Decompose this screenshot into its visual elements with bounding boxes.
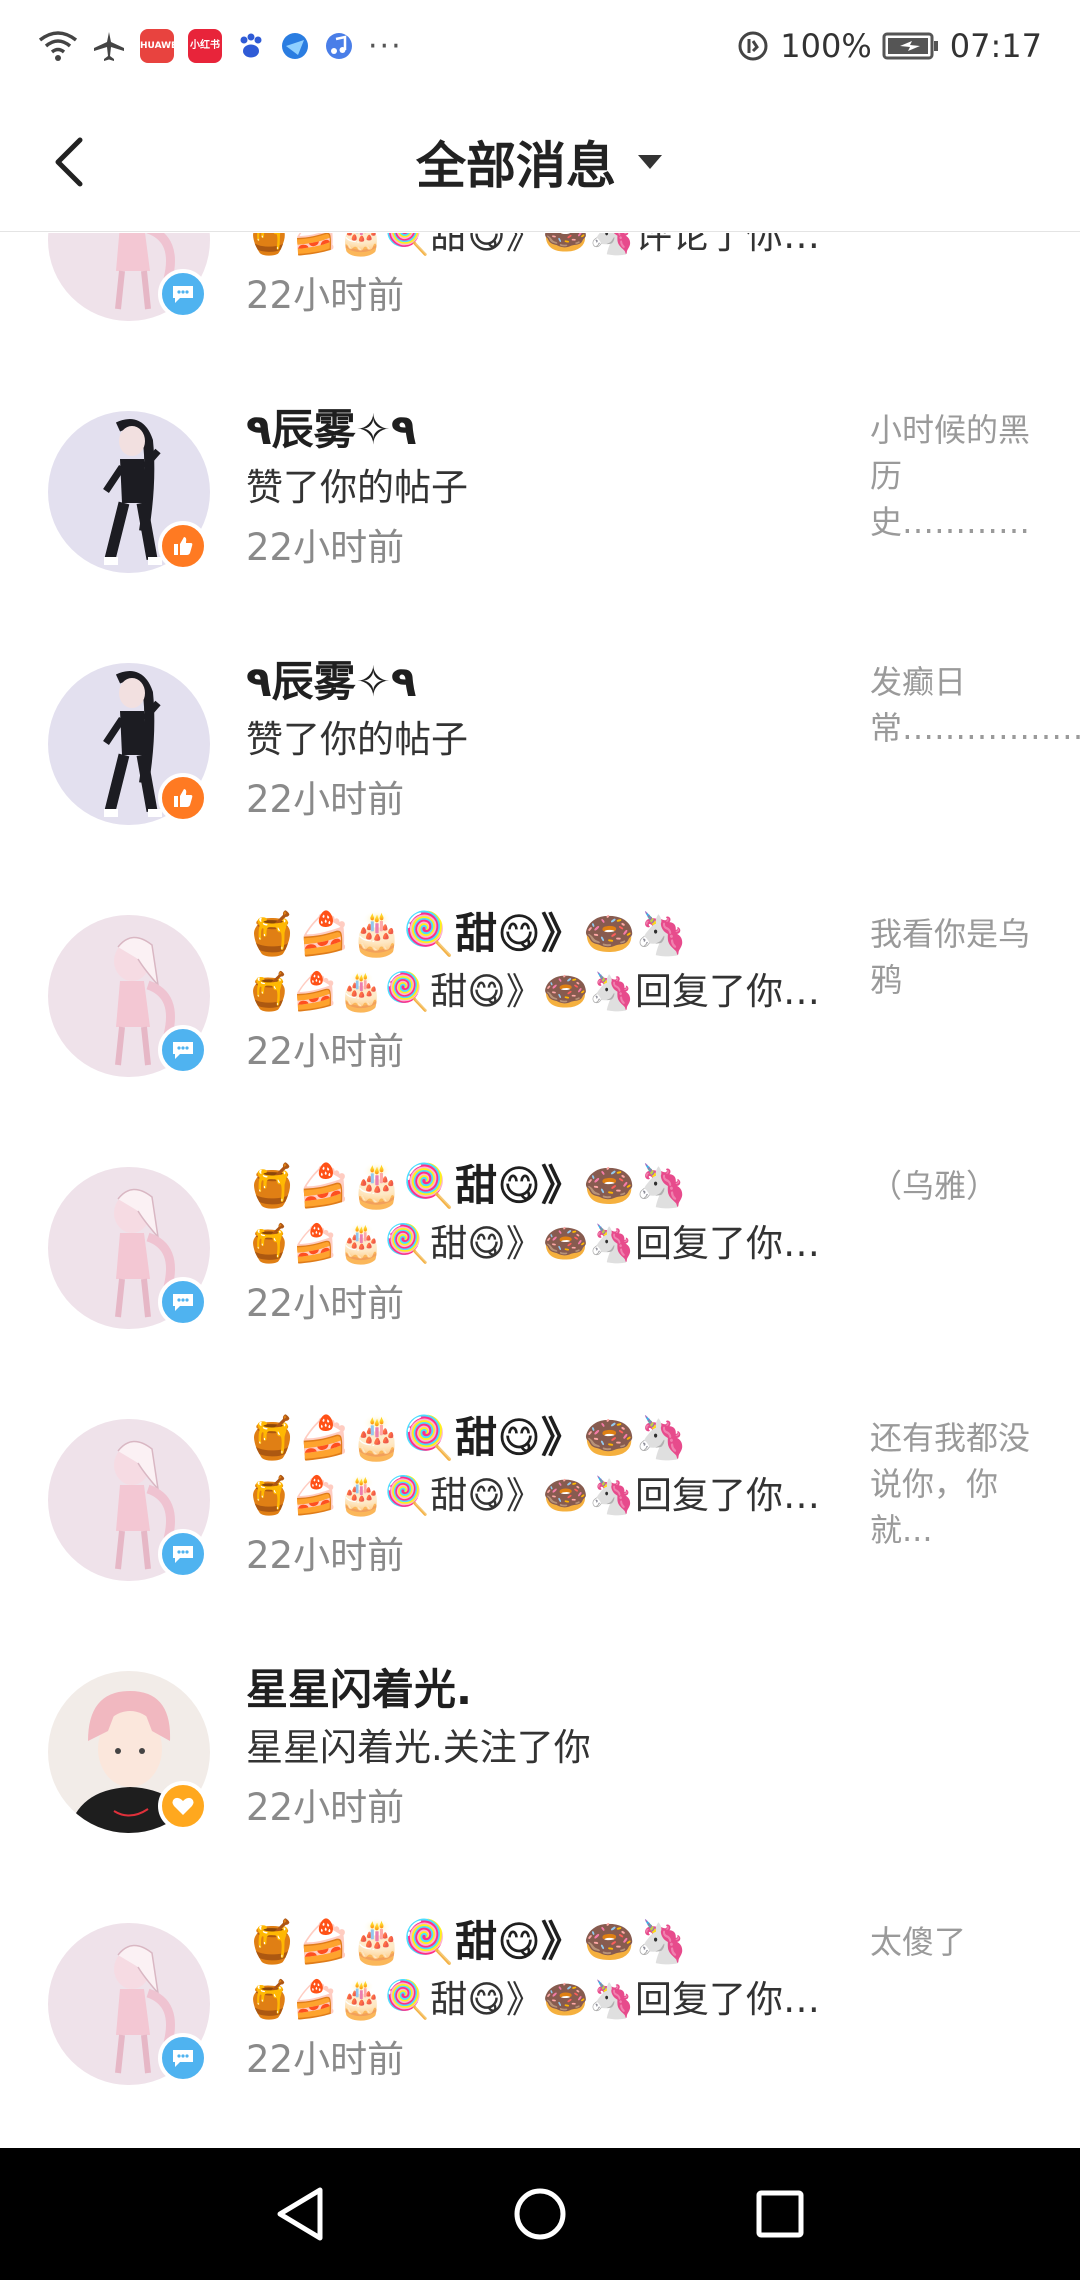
item-time: 22小时前 — [246, 1786, 405, 1829]
item-text: 🍯🍰🎂🍭甜😋》🍩🦄 🍯🍰🎂🍭甜😋》🍩🦄回复了你的评论 22小时前 — [246, 1913, 846, 2089]
airplane-icon — [92, 30, 126, 62]
comment-icon — [173, 2050, 193, 2067]
battery-icon — [882, 31, 940, 61]
caret-down-icon — [638, 154, 662, 169]
clock: 07:17 — [949, 27, 1042, 65]
item-text: 🍯🍰🎂🍭甜😋》🍩🦄 🍯🍰🎂🍭甜😋》🍩🦄回复了你的评论 22小时前 — [246, 905, 846, 1081]
more-notifications-icon: ··· — [368, 28, 403, 64]
item-preview[interactable]: （乌雅） — [870, 1163, 1030, 1209]
message-filter-dropdown[interactable]: 全部消息 — [416, 126, 664, 198]
list-item[interactable]: 🍯🍰🎂🍭甜😋》🍩🦄 🍯🍰🎂🍭甜😋》🍩🦄回复了你的评论 22小时前 还有我都没说你… — [0, 1409, 1080, 1661]
heart-icon — [172, 1797, 194, 1815]
item-preview[interactable]: 小时候的黑历史………… — [870, 407, 1030, 545]
xiaohongshu-app-icon: 小红书 — [188, 29, 222, 63]
paw-app-icon — [236, 31, 266, 61]
status-icons-right: 100% 07:17 — [736, 27, 1042, 65]
comment-icon — [173, 286, 193, 303]
comment-icon — [173, 1546, 193, 1563]
item-time: 22小时前 — [246, 778, 405, 821]
comment-icon — [173, 1294, 193, 1311]
item-action: 🍯🍰🎂🍭甜😋》🍩🦄评论了你的帖子 — [246, 233, 846, 257]
list-item[interactable]: 🍯🍰🎂🍭甜😋》🍩🦄 🍯🍰🎂🍭甜😋》🍩🦄回复了你的评论 22小时前 我看你是乌鸦 — [0, 905, 1080, 1157]
item-action: 赞了你的帖子 — [246, 466, 468, 509]
item-username: 🍯🍰🎂🍭甜😋》🍩🦄 — [246, 1161, 688, 1210]
item-username: 星星闪着光. — [246, 1665, 472, 1714]
comment-icon — [173, 1042, 193, 1059]
notification-list[interactable]: 🍯🍰🎂🍭甜😋》🍩🦄评论了你的帖子 22小时前 ٩辰雾✧٩ 赞了你的帖子 22小时… — [0, 233, 1080, 2148]
music-app-icon — [324, 31, 354, 61]
list-item[interactable]: 星星闪着光. 星星闪着光.关注了你 22小时前 — [0, 1661, 1080, 1913]
nav-recents-button[interactable] — [735, 2169, 825, 2259]
item-time: 22小时前 — [246, 1030, 405, 1073]
like-badge — [158, 521, 208, 571]
like-badge — [158, 773, 208, 823]
item-action: 赞了你的帖子 — [246, 718, 468, 761]
item-username: 🍯🍰🎂🍭甜😋》🍩🦄 — [246, 1917, 688, 1966]
browser-app-icon — [280, 31, 310, 61]
item-preview[interactable]: 发癫日常………………… — [870, 659, 1080, 751]
item-username: ٩辰雾✧٩ — [246, 657, 417, 706]
list-item[interactable]: 🍯🍰🎂🍭甜😋》🍩🦄评论了你的帖子 22小时前 — [0, 233, 1080, 401]
comment-badge — [158, 269, 208, 319]
header: 全部消息 — [0, 92, 1080, 232]
item-username: 🍯🍰🎂🍭甜😋》🍩🦄 — [246, 909, 688, 958]
item-username: 🍯🍰🎂🍭甜😋》🍩🦄 — [246, 1413, 688, 1462]
comment-badge — [158, 1529, 208, 1579]
item-text: ٩辰雾✧٩ 赞了你的帖子 22小时前 — [246, 401, 846, 577]
item-text: 星星闪着光. 星星闪着光.关注了你 22小时前 — [246, 1661, 846, 1837]
comment-badge — [158, 1277, 208, 1327]
nav-home-button[interactable] — [495, 2169, 585, 2259]
item-time: 22小时前 — [246, 526, 405, 569]
item-text: 🍯🍰🎂🍭甜😋》🍩🦄 🍯🍰🎂🍭甜😋》🍩🦄回复了你的评论 22小时前 — [246, 1409, 846, 1585]
circle-home-icon — [514, 2188, 566, 2240]
comment-badge — [158, 1025, 208, 1075]
item-time: 22小时前 — [246, 274, 405, 317]
list-item[interactable]: ٩辰雾✧٩ 赞了你的帖子 22小时前 发癫日常………………… — [0, 653, 1080, 905]
item-action: 星星闪着光.关注了你 — [246, 1726, 591, 1769]
list-item[interactable]: 🍯🍰🎂🍭甜😋》🍩🦄 🍯🍰🎂🍭甜😋》🍩🦄回复了你的评论 22小时前 太傻了 — [0, 1913, 1080, 2148]
thumbs-up-icon — [174, 537, 193, 555]
item-text: 🍯🍰🎂🍭甜😋》🍩🦄评论了你的帖子 22小时前 — [246, 233, 846, 325]
comment-badge — [158, 2033, 208, 2083]
battery-percentage: 100% — [780, 27, 872, 65]
status-icons-left: HUAWEI 小红书 ··· — [38, 29, 403, 64]
square-recents-icon — [756, 2190, 804, 2238]
list-item[interactable]: 🍯🍰🎂🍭甜😋》🍩🦄 🍯🍰🎂🍭甜😋》🍩🦄回复了你的评论 22小时前 （乌雅） — [0, 1157, 1080, 1409]
item-time: 22小时前 — [246, 1282, 405, 1325]
item-action: 🍯🍰🎂🍭甜😋》🍩🦄回复了你的评论 — [246, 1474, 846, 1517]
thumbs-up-icon — [174, 789, 193, 807]
item-time: 22小时前 — [246, 2038, 405, 2081]
item-text: ٩辰雾✧٩ 赞了你的帖子 22小时前 — [246, 653, 846, 829]
list-item[interactable]: ٩辰雾✧٩ 赞了你的帖子 22小时前 小时候的黑历史………… — [0, 401, 1080, 653]
huawei-app-icon: HUAWEI — [140, 29, 181, 63]
item-action: 🍯🍰🎂🍭甜😋》🍩🦄回复了你的评论 — [246, 970, 846, 1013]
item-text: 🍯🍰🎂🍭甜😋》🍩🦄 🍯🍰🎂🍭甜😋》🍩🦄回复了你的评论 22小时前 — [246, 1157, 846, 1333]
item-preview[interactable]: 还有我都没说你，你就... — [870, 1415, 1030, 1553]
item-action: 🍯🍰🎂🍭甜😋》🍩🦄回复了你的评论 — [246, 1978, 846, 2021]
nav-back-button[interactable] — [255, 2169, 345, 2259]
wifi-icon — [38, 30, 78, 62]
item-username: ٩辰雾✧٩ — [246, 405, 417, 454]
back-button[interactable] — [42, 134, 98, 190]
item-preview[interactable]: 太傻了 — [870, 1919, 1030, 1965]
item-preview[interactable]: 我看你是乌鸦 — [870, 911, 1030, 1003]
system-navigation-bar — [0, 2148, 1080, 2280]
chevron-left-icon — [55, 137, 83, 187]
follow-badge — [158, 1781, 208, 1831]
status-bar: HUAWEI 小红书 ··· 100% 07:17 — [0, 0, 1080, 92]
triangle-back-icon — [277, 2187, 323, 2241]
data-saver-icon — [736, 29, 770, 63]
page-title: 全部消息 — [416, 136, 616, 195]
item-time: 22小时前 — [246, 1534, 405, 1577]
item-action: 🍯🍰🎂🍭甜😋》🍩🦄回复了你的评论 — [246, 1222, 846, 1265]
